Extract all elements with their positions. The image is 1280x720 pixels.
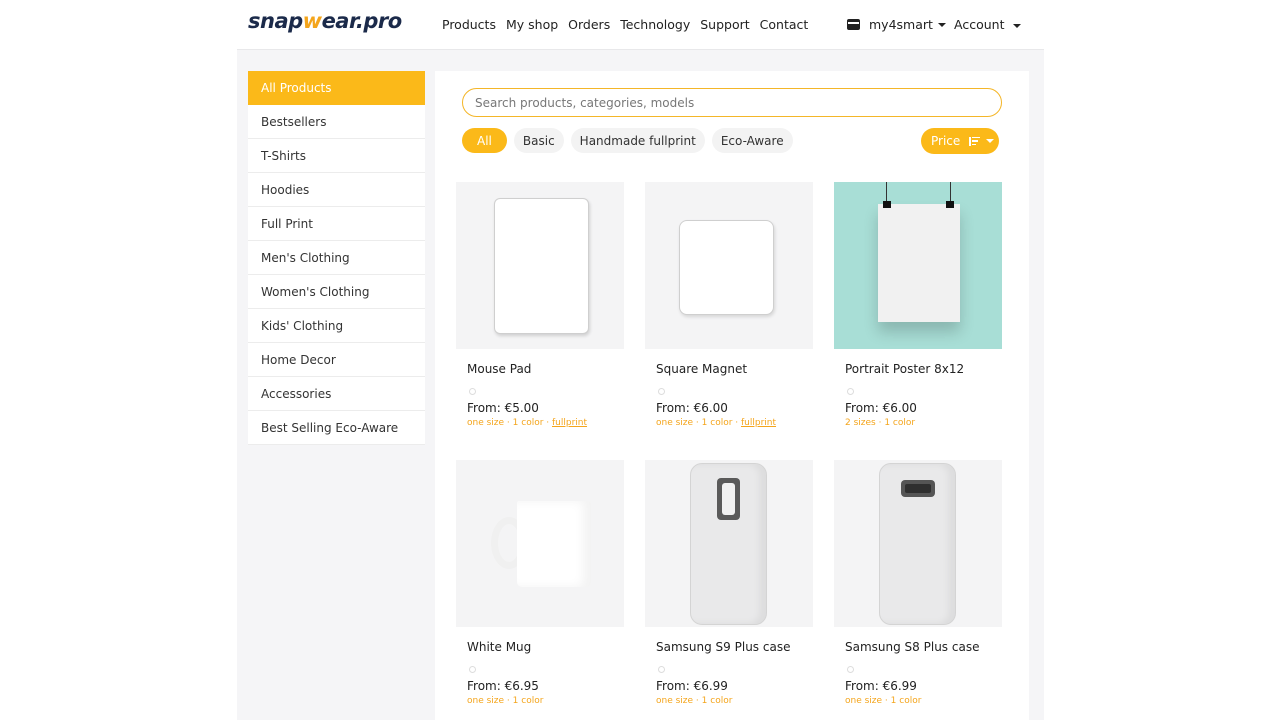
- color-swatch: [847, 388, 854, 395]
- product-card[interactable]: Mouse Pad From: €5.00 one size · 1 color…: [456, 182, 624, 428]
- sidebar-item-kids-clothing[interactable]: Kids' Clothing: [248, 309, 425, 343]
- mug-image: [517, 501, 591, 587]
- filter-chip-basic[interactable]: Basic: [513, 128, 564, 153]
- product-name[interactable]: Square Magnet: [645, 362, 813, 376]
- product-meta: one size · 1 color: [467, 696, 544, 706]
- product-price: From: €6.95: [467, 679, 539, 693]
- fullprint-link[interactable]: fullprint: [741, 418, 776, 428]
- product-card[interactable]: Square Magnet From: €6.00 one size · 1 c…: [645, 182, 813, 428]
- product-meta: one size · 1 color: [845, 696, 922, 706]
- color-swatch: [658, 666, 665, 673]
- filter-chip-eco-aware[interactable]: Eco-Aware: [711, 128, 793, 153]
- product-price: From: €6.00: [845, 401, 917, 415]
- logo-text-suffix: ear.pro: [321, 9, 403, 33]
- product-card[interactable]: White Mug From: €6.95 one size · 1 color: [456, 460, 624, 706]
- product-catalog: All Basic Handmade fullprint Eco-Aware P…: [435, 71, 1029, 720]
- category-sidebar: All Products Bestsellers T-Shirts Hoodie…: [248, 71, 425, 445]
- sort-label: Price: [931, 134, 961, 148]
- filter-chip-all[interactable]: All: [462, 128, 507, 153]
- product-image[interactable]: [645, 460, 813, 627]
- product-image[interactable]: [645, 182, 813, 349]
- fullprint-link[interactable]: fullprint: [552, 418, 587, 428]
- nav-contact[interactable]: Contact: [760, 17, 809, 32]
- product-price: From: €5.00: [467, 401, 539, 415]
- product-name[interactable]: Portrait Poster 8x12: [834, 362, 1002, 376]
- product-price: From: €6.99: [656, 679, 728, 693]
- square-magnet-image: [679, 220, 774, 315]
- color-swatch: [469, 666, 476, 673]
- color-swatch: [469, 388, 476, 395]
- chevron-down-icon: [937, 22, 946, 27]
- chevron-down-icon: [1013, 23, 1022, 28]
- account-menu[interactable]: Account: [954, 17, 1022, 32]
- shop-selector[interactable]: my4smart: [847, 17, 946, 32]
- color-swatch: [847, 666, 854, 673]
- nav-products[interactable]: Products: [442, 17, 496, 32]
- main-nav: Products My shop Orders Technology Suppo…: [442, 17, 818, 32]
- product-card[interactable]: Samsung S8 Plus case From: €6.99 one siz…: [834, 460, 1002, 706]
- product-card[interactable]: Portrait Poster 8x12 From: €6.00 2 sizes…: [834, 182, 1002, 428]
- sidebar-item-hoodies[interactable]: Hoodies: [248, 173, 425, 207]
- logo-text-prefix: snap: [248, 9, 303, 33]
- filter-chips: All Basic Handmade fullprint Eco-Aware: [462, 128, 793, 153]
- product-meta: one size · 1 color · fullprint: [467, 418, 588, 428]
- sidebar-item-t-shirts[interactable]: T-Shirts: [248, 139, 425, 173]
- nav-my-shop[interactable]: My shop: [506, 17, 558, 32]
- mouse-pad-image: [494, 198, 589, 334]
- sidebar-item-home-decor[interactable]: Home Decor: [248, 343, 425, 377]
- product-name[interactable]: Samsung S8 Plus case: [834, 640, 1002, 654]
- sort-icon: [968, 136, 981, 146]
- search-input[interactable]: [462, 88, 1002, 117]
- filter-chip-handmade-fullprint[interactable]: Handmade fullprint: [570, 128, 705, 153]
- account-label: Account: [954, 17, 1005, 32]
- nav-support[interactable]: Support: [700, 17, 749, 32]
- shop-name: my4smart: [869, 17, 933, 32]
- sidebar-item-womens-clothing[interactable]: Women's Clothing: [248, 275, 425, 309]
- store-icon: [847, 19, 860, 30]
- sidebar-item-best-selling-eco-aware[interactable]: Best Selling Eco-Aware: [248, 411, 425, 445]
- product-meta: one size · 1 color · fullprint: [656, 418, 777, 428]
- product-name[interactable]: Samsung S9 Plus case: [645, 640, 813, 654]
- product-image[interactable]: [834, 182, 1002, 349]
- product-price: From: €6.00: [656, 401, 728, 415]
- sidebar-item-accessories[interactable]: Accessories: [248, 377, 425, 411]
- product-image[interactable]: [456, 460, 624, 627]
- product-name[interactable]: White Mug: [456, 640, 624, 654]
- nav-technology[interactable]: Technology: [620, 17, 690, 32]
- top-navbar: snapwear.pro Products My shop Orders Tec…: [237, 0, 1044, 50]
- product-image[interactable]: [834, 460, 1002, 627]
- chevron-down-icon: [986, 139, 995, 143]
- nav-orders[interactable]: Orders: [568, 17, 610, 32]
- product-image[interactable]: [456, 182, 624, 349]
- color-swatch: [658, 388, 665, 395]
- product-card[interactable]: Samsung S9 Plus case From: €6.99 one siz…: [645, 460, 813, 706]
- product-meta: one size · 1 color: [656, 696, 733, 706]
- site-logo[interactable]: snapwear.pro: [248, 9, 402, 33]
- sidebar-item-all-products[interactable]: All Products: [248, 71, 425, 105]
- sidebar-item-full-print[interactable]: Full Print: [248, 207, 425, 241]
- product-price: From: €6.99: [845, 679, 917, 693]
- sidebar-item-mens-clothing[interactable]: Men's Clothing: [248, 241, 425, 275]
- logo-text-accent: w: [302, 9, 322, 33]
- product-meta: 2 sizes · 1 color: [845, 418, 916, 428]
- product-name[interactable]: Mouse Pad: [456, 362, 624, 376]
- sort-price-button[interactable]: Price: [921, 128, 999, 154]
- sidebar-item-bestsellers[interactable]: Bestsellers: [248, 105, 425, 139]
